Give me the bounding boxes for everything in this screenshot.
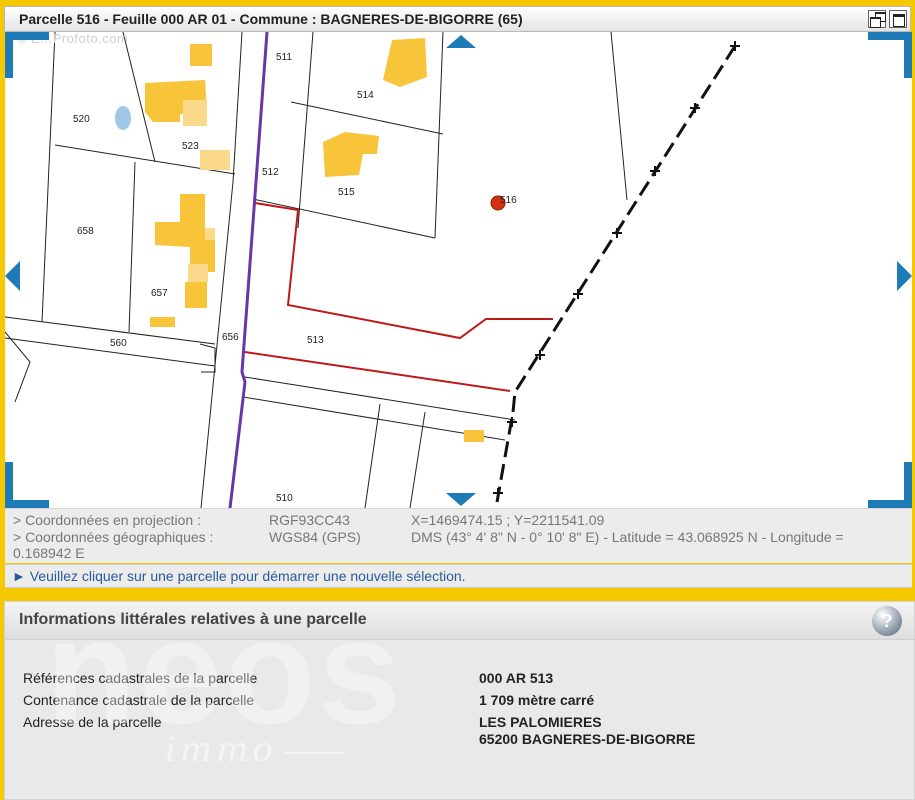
help-icon[interactable]: ? [872,606,902,636]
info-panel-title: Informations littérales relatives à une … [19,611,367,628]
parcel-label-523: 523 [182,141,199,152]
parcel-label-513: 513 [307,335,324,346]
parcel-label-560: 560 [110,338,127,349]
parcel-label-514: 514 [357,90,374,101]
frame-corner-top-left [5,32,49,78]
row-value-references: 000 AR 513 [479,670,554,686]
parcel-label-656: 656 [222,332,239,343]
parcel-label-510: 510 [276,493,293,504]
parcel-label-515: 515 [338,187,355,198]
projection-system: RGF93CC43 [269,512,350,528]
pan-right-icon[interactable] [897,261,912,291]
parcel-info-panel: Informations littérales relatives à une … [4,596,915,800]
projection-value: X=1469474.15 ; Y=2211541.09 [411,512,605,528]
selection-hint[interactable]: ► Veuillez cliquer sur une parcelle pour… [5,564,912,588]
coordinates-panel: > Coordonnées en projection : RGF93CC43 … [5,508,912,563]
frame-corner-bottom-left [5,462,49,508]
geo-value-continued: 0.168942 E [13,545,85,561]
parcel-label-657: 657 [151,288,168,299]
row-label-contenance: Contenance cadastrale de la parcelle [23,692,255,708]
info-panel-header: Informations littérales relatives à une … [5,602,914,640]
commune-boundary [495,45,737,503]
buildings [145,38,484,442]
row-label-adresse: Adresse de la parcelle [23,714,162,730]
frame-corner-bottom-right [868,462,912,508]
selected-parcel-outline [244,202,553,392]
pan-up-icon[interactable] [446,35,476,48]
pan-left-icon[interactable] [5,261,20,291]
window-titlebar: Parcelle 516 - Feuille 000 AR 01 - Commu… [4,6,911,32]
parcel-boundaries [5,32,628,508]
pan-down-icon[interactable] [446,493,476,506]
parcel-label-658: 658 [77,226,94,237]
projection-label: > Coordonnées en projection : [13,512,201,528]
restore-window-icon[interactable] [868,10,886,28]
boundary-crosses [493,41,740,498]
parcel-label-512: 512 [262,167,279,178]
frame-corner-top-right [868,32,912,78]
parcel-label-511: 511 [276,52,292,63]
pond [115,106,131,130]
row-value-adresse-line2: 65200 BAGNERES-DE-BIGORRE [479,731,696,747]
immo-watermark: immo [165,730,277,770]
geo-value: DMS (43° 4' 8" N - 0° 10' 8" E) - Latitu… [411,529,844,545]
maximize-window-icon[interactable] [889,10,907,28]
row-label-references: Références cadastrales de la parcelle [23,670,258,686]
road-line [228,32,269,508]
geo-label: > Coordonnées géographiques : [13,529,214,545]
cadastral-map[interactable]: 511 514 520 523 512 515 516 658 657 560 … [5,32,912,508]
window-title: Parcelle 516 - Feuille 000 AR 01 - Commu… [19,11,523,27]
parcel-label-516: 516 [500,195,517,206]
watermark-underline [283,752,343,754]
row-value-contenance: 1 709 mètre carré [479,692,595,708]
parcel-label-520: 520 [73,114,90,125]
row-value-adresse-line1: LES PALOMIERES [479,714,602,730]
map-canvas[interactable]: 511 514 520 523 512 515 516 658 657 560 … [5,32,912,508]
geo-system: WGS84 (GPS) [269,529,361,545]
